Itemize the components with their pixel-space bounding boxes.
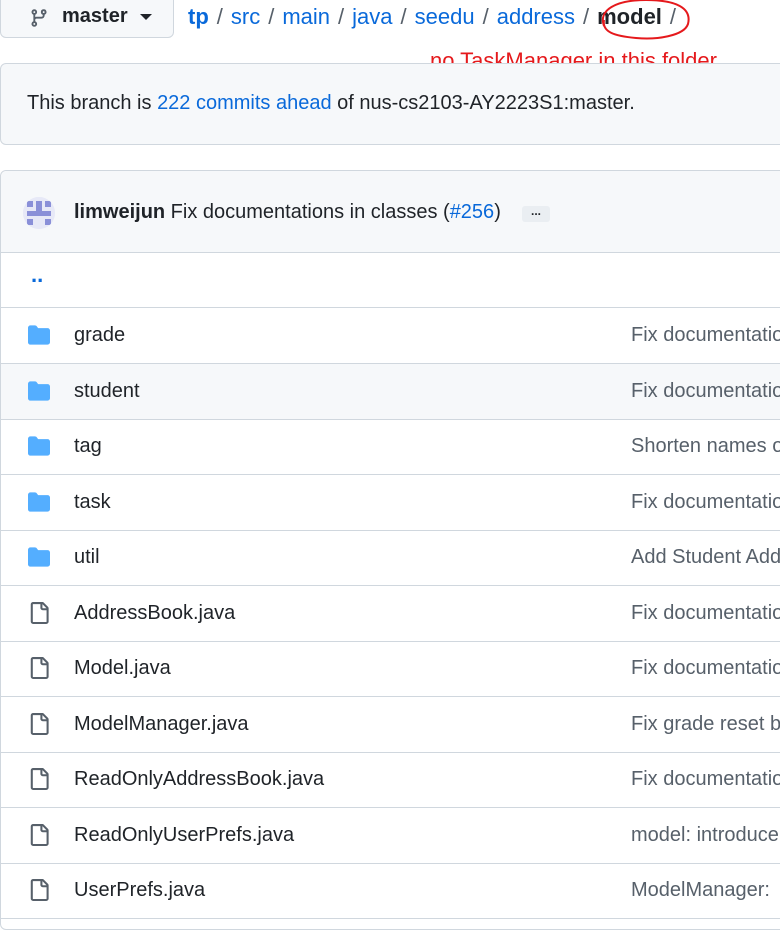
- folder-icon: [27, 380, 51, 402]
- folder-icon: [27, 435, 51, 457]
- file-icon: [27, 601, 51, 624]
- file-commit-message-link[interactable]: Fix documentatio: [631, 324, 780, 347]
- breadcrumb-repo-link[interactable]: tp: [188, 4, 209, 29]
- file-name-link[interactable]: Model.java: [74, 657, 171, 680]
- file-icon: [27, 657, 51, 679]
- ahead-prefix: This branch is: [27, 92, 158, 114]
- file-row-modelmanager-java[interactable]: ModelManager.java Fix grade reset b: [1, 697, 780, 753]
- file-name-link[interactable]: ReadOnlyAddressBook.java: [74, 768, 324, 791]
- file-icon: [27, 823, 51, 846]
- file-icon: [27, 712, 51, 735]
- commit-message[interactable]: Fix documentations in classes (: [165, 201, 450, 223]
- file-row-tag[interactable]: tag Shorten names o: [1, 419, 780, 475]
- breadcrumb-separator: /: [216, 4, 223, 29]
- file-name-link[interactable]: AddressBook.java: [74, 602, 235, 625]
- caret-down-icon: [140, 14, 152, 20]
- folder-icon: [27, 546, 51, 568]
- breadcrumb-link-main[interactable]: main: [282, 4, 330, 29]
- file-row-student[interactable]: student Fix documentatio: [1, 363, 780, 420]
- expand-commit-button[interactable]: ...: [522, 205, 550, 222]
- folder-icon: [27, 324, 51, 346]
- parent-directory-link[interactable]: ..: [31, 262, 43, 288]
- file-row-util[interactable]: util Add Student Add: [1, 530, 780, 586]
- file-name-link[interactable]: ModelManager.java: [74, 713, 249, 736]
- file-row-addressbook-java[interactable]: AddressBook.java Fix documentatio: [1, 586, 780, 642]
- avatar[interactable]: [23, 197, 55, 229]
- file-row-userprefs-java[interactable]: UserPrefs.java ModelManager:: [1, 863, 780, 919]
- annotation-circle: [601, 0, 690, 40]
- breadcrumb-link-seedu[interactable]: seedu: [415, 4, 475, 29]
- file-commit-message-link[interactable]: Fix documentatio: [631, 491, 780, 514]
- latest-commit-bar: limweijun Fix documentations in classes …: [1, 171, 780, 253]
- file-commit-message-link[interactable]: Fix documentatio: [631, 768, 780, 791]
- latest-commit-text: limweijun Fix documentations in classes …: [74, 201, 501, 224]
- file-name-link[interactable]: grade: [74, 324, 125, 347]
- file-row-grade[interactable]: grade Fix documentatio: [1, 308, 780, 364]
- file-commit-message-link[interactable]: model: introduce: [631, 824, 779, 847]
- git-branch-icon: [31, 9, 47, 27]
- file-commit-message-link[interactable]: Fix documentatio: [631, 602, 780, 625]
- file-list: limweijun Fix documentations in classes …: [0, 170, 780, 930]
- file-name-link[interactable]: tag: [74, 435, 102, 458]
- breadcrumb-separator: /: [400, 4, 407, 29]
- branch-select-button[interactable]: master: [0, 0, 174, 38]
- branch-ahead-text: This branch is 222 commits ahead of nus-…: [27, 92, 635, 115]
- breadcrumb-separator: /: [583, 4, 590, 29]
- breadcrumb-link-java[interactable]: java: [352, 4, 392, 29]
- file-row-readonlyuserprefs-java[interactable]: ReadOnlyUserPrefs.java model: introduce: [1, 808, 780, 864]
- file-row-readonlyaddressbook-java[interactable]: ReadOnlyAddressBook.java Fix documentatio: [1, 752, 780, 808]
- file-commit-message-link[interactable]: Fix documentatio: [631, 380, 780, 403]
- branch-name: master: [62, 5, 128, 27]
- file-row-model-java[interactable]: Model.java Fix documentatio: [1, 641, 780, 697]
- commits-ahead-link[interactable]: 222 commits ahead: [157, 92, 332, 114]
- breadcrumb-link-address[interactable]: address: [497, 4, 575, 29]
- breadcrumb-separator: /: [482, 4, 489, 29]
- file-commit-message-link[interactable]: Fix documentatio: [631, 657, 780, 680]
- file-row-task[interactable]: task Fix documentatio: [1, 475, 780, 531]
- branch-ahead-banner: This branch is 222 commits ahead of nus-…: [0, 63, 780, 145]
- commit-author-link[interactable]: limweijun: [74, 201, 165, 223]
- file-commit-message-link[interactable]: ModelManager:: [631, 879, 770, 902]
- file-name-link[interactable]: ReadOnlyUserPrefs.java: [74, 824, 294, 847]
- file-icon: [27, 768, 51, 790]
- file-name-link[interactable]: student: [74, 380, 140, 403]
- file-commit-message-link[interactable]: Fix grade reset b: [631, 713, 780, 736]
- breadcrumb-link-src[interactable]: src: [231, 4, 260, 29]
- file-name-link[interactable]: task: [74, 491, 111, 514]
- parent-directory-row[interactable]: ..: [1, 252, 780, 308]
- pull-request-link[interactable]: #256: [450, 201, 495, 223]
- file-icon: [27, 879, 51, 901]
- file-commit-message-link[interactable]: Shorten names o: [631, 435, 780, 458]
- commit-message-close: ): [494, 201, 501, 223]
- identicon-icon: [23, 197, 55, 229]
- folder-icon: [27, 491, 51, 513]
- file-name-link[interactable]: util: [74, 546, 100, 569]
- breadcrumb-separator: /: [268, 4, 275, 29]
- file-commit-message-link[interactable]: Add Student Add: [631, 546, 780, 569]
- breadcrumb-separator: /: [338, 4, 345, 29]
- ahead-suffix: of nus-cs2103-AY2223S1:master.: [331, 92, 635, 114]
- file-name-link[interactable]: UserPrefs.java: [74, 879, 205, 902]
